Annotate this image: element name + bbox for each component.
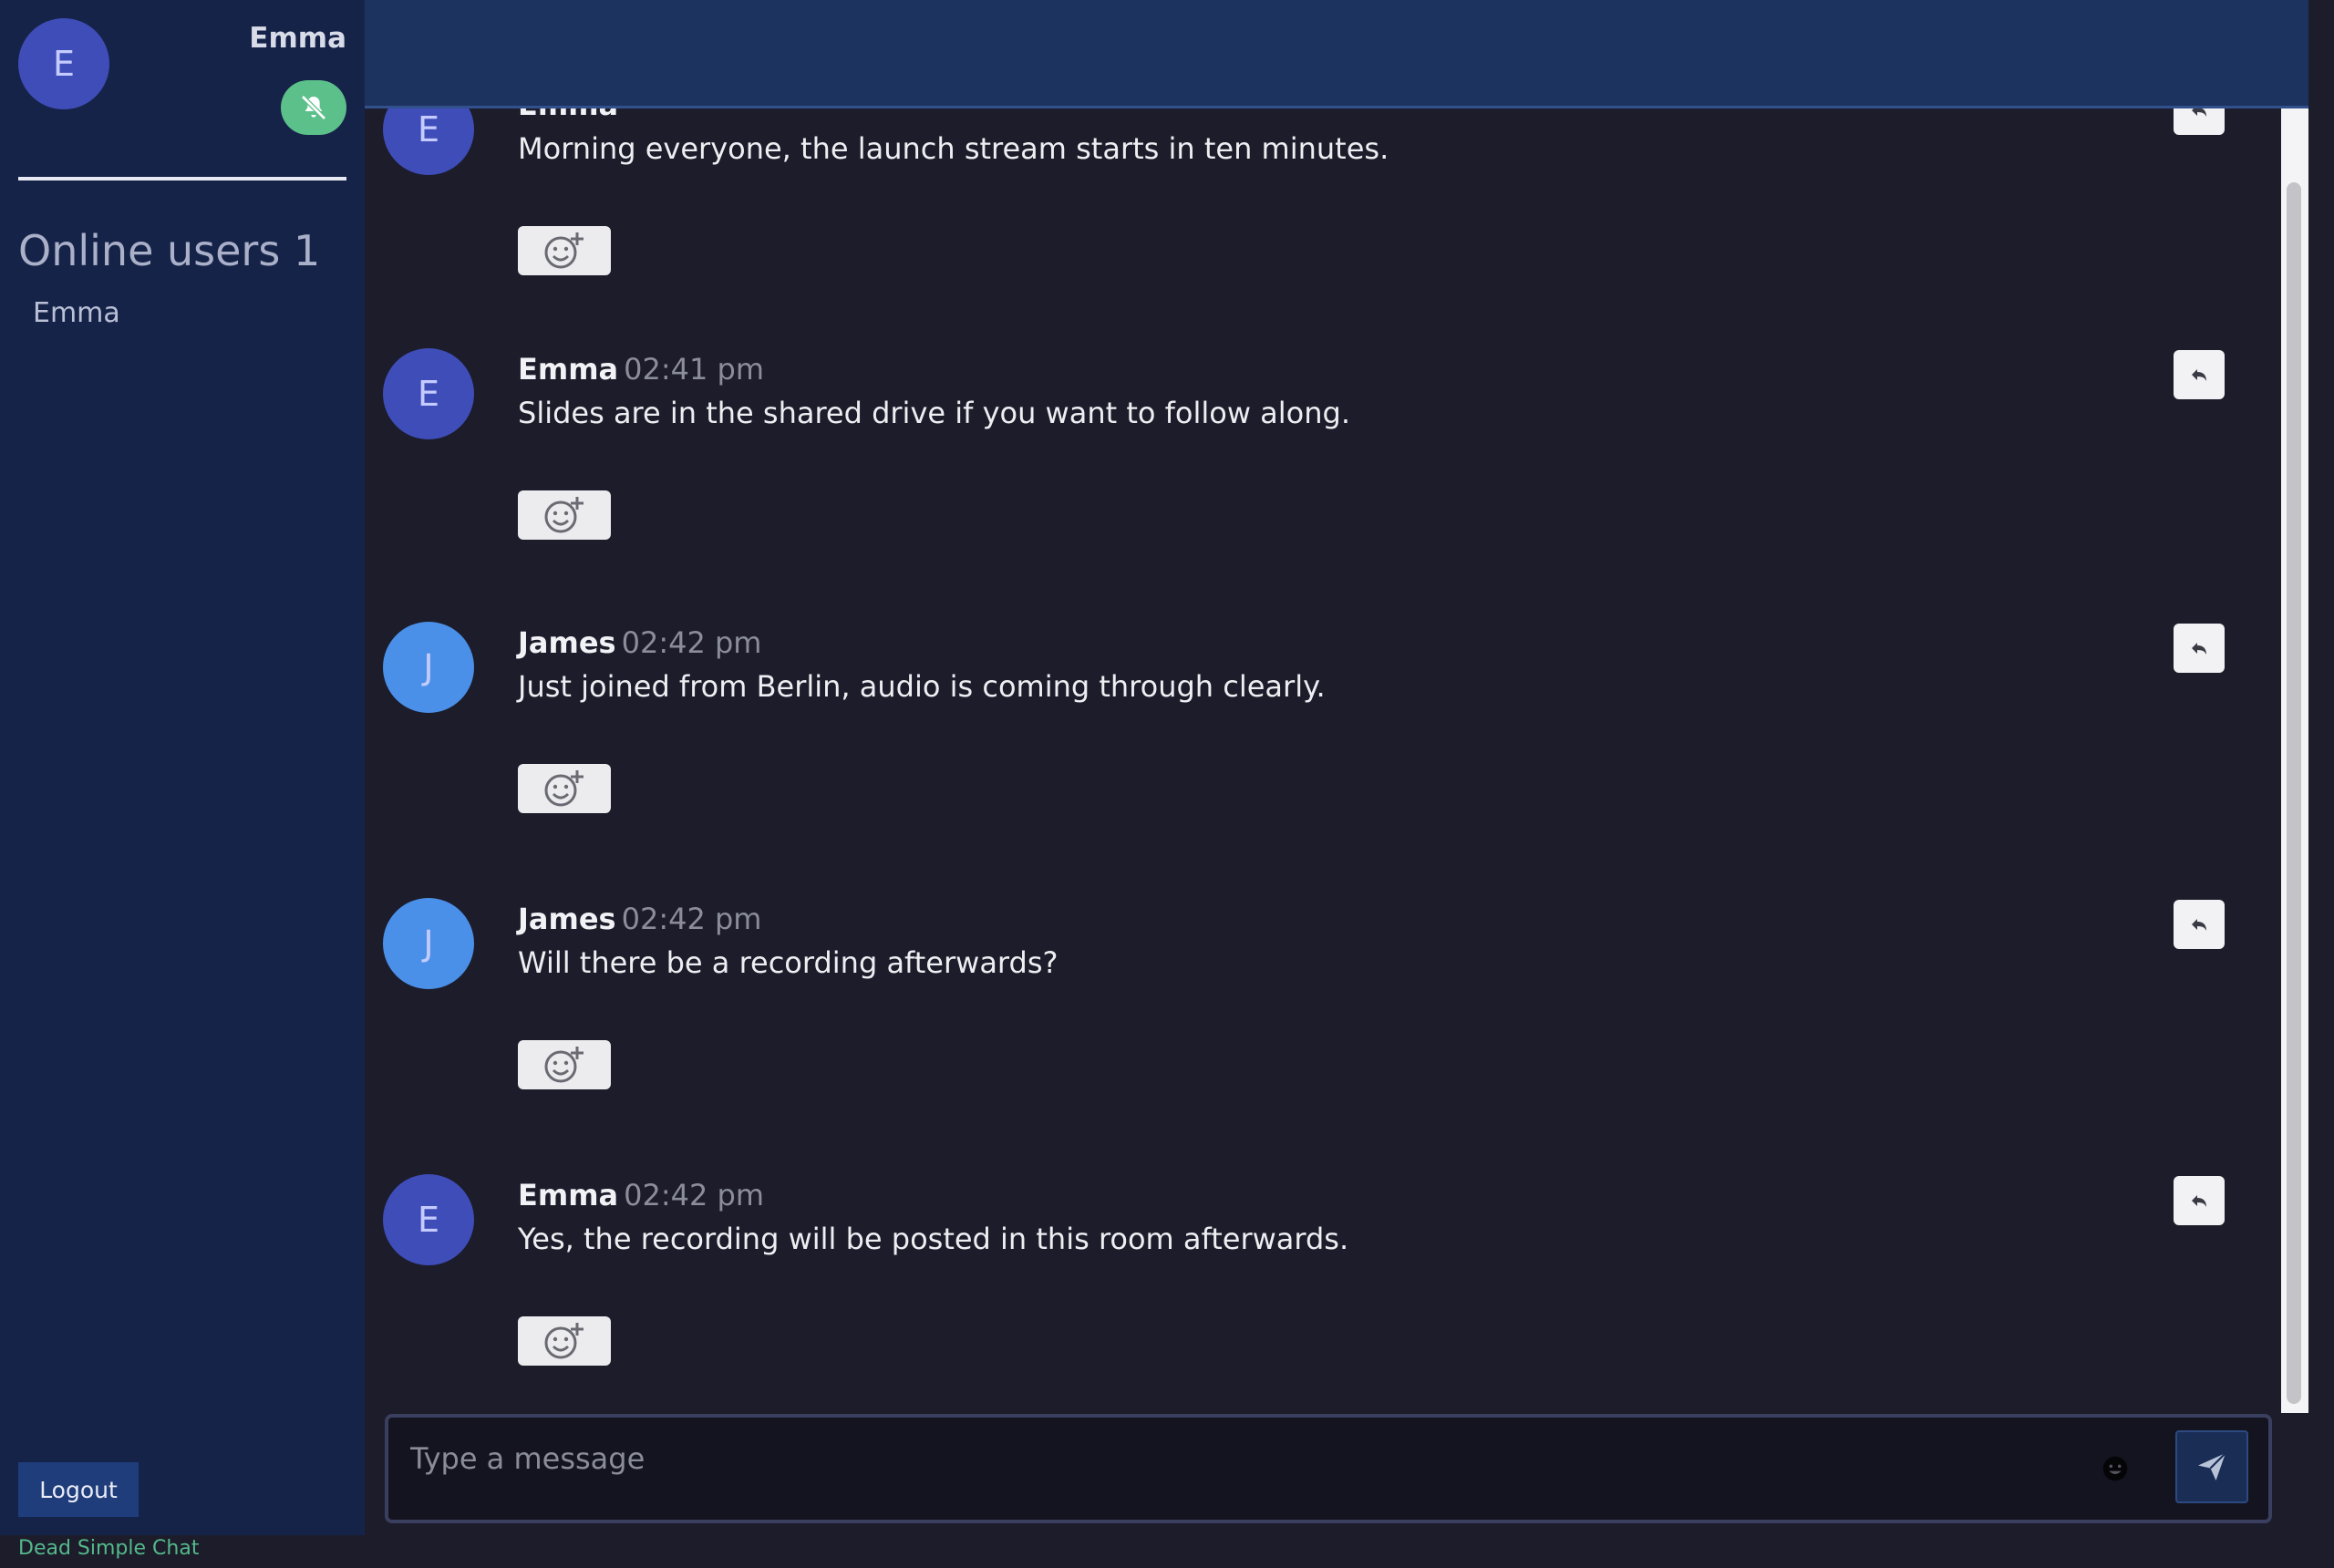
message-text: Morning everyone, the launch stream star… (518, 131, 1389, 166)
add-reaction-icon (544, 770, 584, 807)
online-users-count: 1 (293, 226, 321, 275)
reply-icon (2192, 1195, 2206, 1207)
reply-button[interactable] (2174, 624, 2225, 673)
add-reaction-icon (544, 232, 584, 269)
message-list: E Emma Morning everyone, the launch stre… (365, 0, 2281, 1413)
reply-button[interactable] (2174, 900, 2225, 949)
message-avatar: E (383, 348, 474, 439)
add-reaction-button[interactable] (518, 764, 611, 813)
current-user-name: Emma (249, 22, 346, 55)
message-text: Just joined from Berlin, audio is coming… (518, 669, 1326, 704)
message-time: 02:42 pm (621, 902, 762, 936)
message-avatar: J (383, 898, 474, 989)
bell-slash-icon (301, 95, 326, 120)
add-reaction-button[interactable] (518, 226, 611, 275)
message-author[interactable]: James (518, 902, 616, 936)
message-meta: James 02:42 pm (518, 625, 761, 660)
message-avatar: J (383, 622, 474, 713)
message-author[interactable]: James (518, 625, 616, 660)
sidebar: E Emma Online users 1 Emma Logout (0, 0, 365, 1535)
online-users-heading: Online users 1 (18, 226, 320, 275)
chat-header (365, 0, 2308, 108)
scrollbar-thumb[interactable] (2287, 182, 2301, 1404)
message-author[interactable]: Emma (518, 1178, 618, 1212)
add-reaction-icon (544, 1047, 584, 1083)
reply-icon (2192, 919, 2206, 931)
message: E Emma 02:41 pm Slides are in the shared … (365, 348, 2281, 585)
message: E Emma Morning everyone, the launch stre… (365, 84, 2281, 321)
send-button[interactable] (2175, 1430, 2248, 1503)
reply-icon (2192, 369, 2206, 381)
message-time: 02:42 pm (624, 1178, 765, 1212)
message-author[interactable]: Emma (518, 352, 618, 387)
sidebar-divider (18, 177, 346, 181)
add-reaction-button[interactable] (518, 1316, 611, 1366)
online-users-label: Online users (18, 226, 281, 275)
add-reaction-icon (544, 1323, 584, 1359)
emoji-icon (2102, 1456, 2128, 1481)
reply-button[interactable] (2174, 350, 2225, 399)
message-meta: Emma 02:41 pm (518, 352, 764, 387)
brand-link[interactable]: Dead Simple Chat (18, 1537, 199, 1560)
add-reaction-icon (544, 497, 584, 533)
reply-icon (2192, 643, 2206, 655)
message: J James 02:42 pm Will there be a recordin… (365, 898, 2281, 1135)
message: E Emma 02:42 pm Yes, the recording will b… (365, 1174, 2281, 1411)
message-text: Slides are in the shared drive if you wa… (518, 396, 1350, 430)
online-user-item[interactable]: Emma (33, 297, 120, 329)
send-icon (2198, 1452, 2226, 1480)
message-text: Will there be a recording afterwards? (518, 945, 1059, 980)
message-meta: Emma 02:42 pm (518, 1178, 764, 1212)
message: J James 02:42 pm Just joined from Berlin,… (365, 622, 2281, 859)
notification-toggle[interactable] (281, 80, 346, 135)
reply-button[interactable] (2174, 1176, 2225, 1225)
message-avatar: E (383, 1174, 474, 1265)
current-user-avatar: E (18, 18, 109, 109)
add-reaction-button[interactable] (518, 490, 611, 540)
message-composer (385, 1414, 2272, 1523)
message-text: Yes, the recording will be posted in thi… (518, 1222, 1349, 1256)
message-time: 02:42 pm (621, 625, 762, 660)
message-meta: James 02:42 pm (518, 902, 761, 936)
add-reaction-button[interactable] (518, 1040, 611, 1089)
logout-button[interactable]: Logout (18, 1462, 139, 1517)
message-input[interactable] (408, 1438, 2053, 1480)
message-time: 02:41 pm (624, 352, 765, 387)
emoji-picker-button[interactable] (2099, 1452, 2132, 1485)
